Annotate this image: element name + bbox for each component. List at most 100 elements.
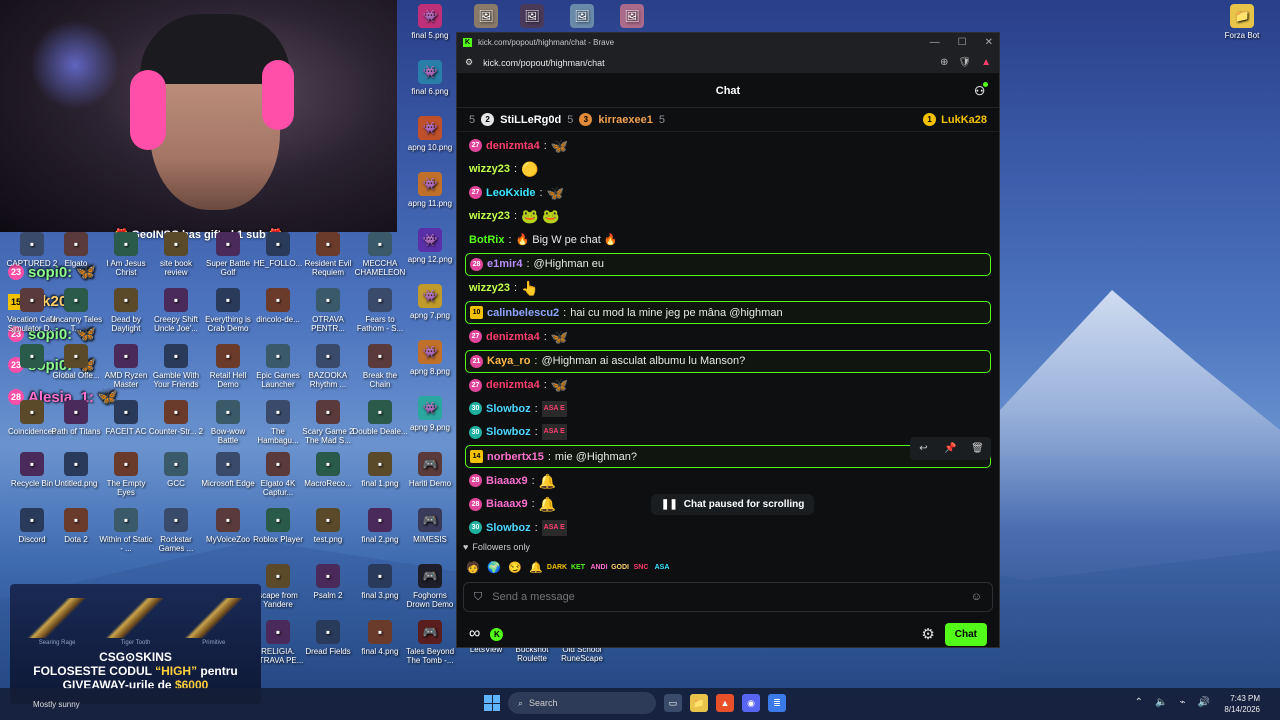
chat-message[interactable]: 30 Slowboz: ASA E bbox=[457, 397, 999, 421]
chat-username[interactable]: calinbelescu2 bbox=[487, 307, 559, 319]
emote-icon[interactable]: ASA bbox=[654, 559, 670, 575]
desktop-icon[interactable]: ▪ Resident Evil Requiem bbox=[300, 232, 356, 277]
desktop-icon[interactable]: ▪ Rockstar Games ... bbox=[148, 508, 204, 553]
desktop-icon[interactable]: ▪ The Hambagu... bbox=[250, 400, 306, 445]
brave-rewards-icon[interactable]: ▲ bbox=[981, 57, 991, 68]
emote-icon[interactable]: SNC bbox=[633, 559, 649, 575]
chat-message[interactable]: 27 denizmta4: 🦋 bbox=[457, 374, 999, 398]
chat-username[interactable]: wizzy23 bbox=[469, 163, 510, 175]
brave-icon[interactable]: ▲ bbox=[716, 694, 734, 712]
chevron-up-icon[interactable]: ⌃ bbox=[1135, 697, 1143, 708]
desktop-icon[interactable]: ▪ Gamble With Your Friends bbox=[148, 344, 204, 389]
volume-icon[interactable]: 🔊 bbox=[1198, 697, 1210, 708]
desktop-icon[interactable]: ▪ I Am Jesus Christ bbox=[98, 232, 154, 277]
desktop-icon[interactable]: 👾 apng 8.png bbox=[402, 340, 458, 376]
discord-icon[interactable]: ◉ bbox=[742, 694, 760, 712]
desktop-icon[interactable]: ▪ Dead by Daylight bbox=[98, 288, 154, 333]
chat-message[interactable]: 27 denizmta4: 🦋 bbox=[457, 325, 999, 349]
desktop-icon[interactable]: ▪ test.png bbox=[300, 508, 356, 544]
points-icon[interactable]: ∞ bbox=[469, 625, 480, 643]
emote-icon[interactable]: KET bbox=[570, 559, 586, 575]
desktop-icon[interactable]: ▪ OTRAVA PENTR... bbox=[300, 288, 356, 333]
desktop-icon[interactable]: ▪ Microsoft Edge bbox=[200, 452, 256, 488]
desktop-icon[interactable]: 🎮 Hariti Demo bbox=[402, 452, 458, 488]
desktop-icon[interactable]: ▪ MyVoiceZoo bbox=[200, 508, 256, 544]
leader-name[interactable]: StiLLeRg0d bbox=[500, 114, 561, 126]
pin-icon[interactable]: 📌 bbox=[937, 437, 964, 460]
desktop-icon[interactable]: ▪ Roblox Player bbox=[250, 508, 306, 544]
desktop-icon[interactable]: ▪ Super Battle Golf bbox=[200, 232, 256, 277]
desktop-icon[interactable]: ▪ Everything is Crab Demo bbox=[200, 288, 256, 333]
desktop-icon[interactable]: ▪ Scary Game 2 The Mad S... bbox=[300, 400, 356, 445]
site-settings-icon[interactable]: ⚙ bbox=[465, 57, 473, 68]
chat-username[interactable]: Kaya_ro bbox=[487, 355, 530, 367]
desktop-icon[interactable]: ▪ Untitled.png bbox=[48, 452, 104, 488]
chat-username[interactable]: e1mir4 bbox=[487, 258, 522, 270]
chat-username[interactable]: norbertx15 bbox=[487, 451, 544, 463]
desktop-icon[interactable]: 🖼 bbox=[504, 4, 560, 31]
notepad-icon[interactable]: ≣ bbox=[768, 694, 786, 712]
desktop-icon[interactable]: ▪ Uncanny Tales T... bbox=[48, 288, 104, 333]
desktop-icon[interactable]: ▪ HE_FOLLO... bbox=[250, 232, 306, 268]
desktop-icon[interactable]: ▪ Counter-Str... 2 bbox=[148, 400, 204, 436]
emote-icon[interactable]: DARK bbox=[547, 559, 567, 575]
emote-icon[interactable]: 🌍 bbox=[486, 559, 502, 575]
desktop-icon[interactable]: ▪ Global Offe... bbox=[48, 344, 104, 380]
desktop-icon[interactable]: 🎮 Tales Beyond The Tomb -... bbox=[402, 620, 458, 665]
desktop-icon[interactable]: ▪ Dota 2 bbox=[48, 508, 104, 544]
chat-username[interactable]: Slowboz bbox=[486, 426, 531, 438]
desktop-icon[interactable]: 🎮 Foghorns Drown Demo bbox=[402, 564, 458, 609]
desktop-icon[interactable]: ▪ Fears to Fathom - S... bbox=[352, 288, 408, 333]
chat-username[interactable]: Biaaax9 bbox=[486, 475, 528, 487]
delete-icon[interactable]: 🗑 bbox=[964, 437, 991, 460]
chat-message[interactable]: 28 e1mir4: @Highman eu bbox=[465, 252, 991, 276]
close-icon[interactable]: ✕ bbox=[985, 37, 993, 48]
desktop-icon[interactable]: ▪ Double Deale... bbox=[352, 400, 408, 436]
chat-message[interactable]: BotRix: 🔥 Big W pe chat 🔥 bbox=[457, 228, 999, 252]
emote-icon[interactable]: 🧑 bbox=[465, 559, 481, 575]
desktop-icon[interactable]: ▪ The Empty Eyes bbox=[98, 452, 154, 497]
leader-name[interactable]: kirraexee1 bbox=[598, 114, 652, 126]
desktop-icon[interactable]: 📁 Forza Bot bbox=[1214, 4, 1270, 40]
chat-message[interactable]: 28 Biaaax9: 🔔 bbox=[457, 469, 999, 493]
desktop-icon[interactable]: ▪ Within of Static - ... bbox=[98, 508, 154, 553]
desktop-icon[interactable]: 👾 apng 9.png bbox=[402, 396, 458, 432]
chat-username[interactable]: wizzy23 bbox=[469, 210, 510, 222]
send-chat-button[interactable]: Chat bbox=[944, 622, 987, 646]
chat-message[interactable]: 10 calinbelescu2: hai cu mod la mine jeg p… bbox=[465, 301, 991, 324]
emote-icon[interactable]: GODI bbox=[611, 559, 629, 575]
emote-icon[interactable]: 😏 bbox=[507, 559, 523, 575]
desktop-icon[interactable]: ▪ dincolo-de... bbox=[250, 288, 306, 324]
desktop-icon[interactable]: ▪ Epic Games Launcher bbox=[250, 344, 306, 389]
chat-message[interactable]: wizzy23: 🐸 🐸 bbox=[457, 205, 999, 229]
chat-message[interactable]: wizzy23: 🟡 bbox=[457, 158, 999, 182]
emote-icon[interactable]: 🔔 bbox=[528, 559, 544, 575]
desktop-icon[interactable]: ▪ final 4.png bbox=[352, 620, 408, 656]
emote-icon[interactable]: ANDI bbox=[590, 559, 607, 575]
desktop-icon[interactable]: 👾 apng 12.png bbox=[402, 228, 458, 264]
desktop-icon[interactable]: ▪ FACEIT AC bbox=[98, 400, 154, 436]
gear-icon[interactable]: ⚙ bbox=[921, 625, 934, 643]
desktop-icon[interactable]: ▪ MacroReco... bbox=[300, 452, 356, 488]
chat-message[interactable]: 21 Kaya_ro: @Highman ai asculat albumu lu … bbox=[465, 349, 991, 373]
zoom-icon[interactable]: ⊕ bbox=[940, 57, 948, 68]
desktop-icon[interactable]: 👾 final 5.png bbox=[402, 4, 458, 40]
clock[interactable]: 7:43 PM 8/14/2026 bbox=[1224, 693, 1260, 715]
chat-username[interactable]: denizmta4 bbox=[486, 331, 540, 343]
desktop-icon[interactable]: ▪ MECCHA CHAMELEON bbox=[352, 232, 408, 277]
desktop-icon[interactable]: 🖼 bbox=[604, 4, 660, 31]
taskbar-search[interactable]: ⌕ Search bbox=[508, 692, 656, 714]
chat-username[interactable]: LeoKxide bbox=[486, 187, 536, 199]
message-input-box[interactable]: ⛉ ☺ bbox=[463, 582, 993, 612]
desktop-icon[interactable]: ▪ final 2.png bbox=[352, 508, 408, 544]
kick-icon[interactable]: K bbox=[490, 627, 504, 641]
desktop-icon[interactable]: ▪ final 3.png bbox=[352, 564, 408, 600]
chat-username[interactable]: BotRix bbox=[469, 234, 504, 246]
address-bar[interactable]: ⚙ kick.com/popout/highman/chat ⊕ 🛡 ▲ bbox=[457, 52, 999, 74]
desktop-icon[interactable]: ▪ Elgato bbox=[48, 232, 104, 268]
desktop-icon[interactable]: 🎮 MIMESIS bbox=[402, 508, 458, 544]
chat-username[interactable]: wizzy23 bbox=[469, 282, 510, 294]
desktop-icon[interactable]: ▪ Bow-wow Battle bbox=[200, 400, 256, 445]
speaker-icon[interactable]: 🔈 bbox=[1155, 697, 1167, 708]
desktop-icon[interactable]: ▪ BAZOOKA Rhythm ... bbox=[300, 344, 356, 389]
